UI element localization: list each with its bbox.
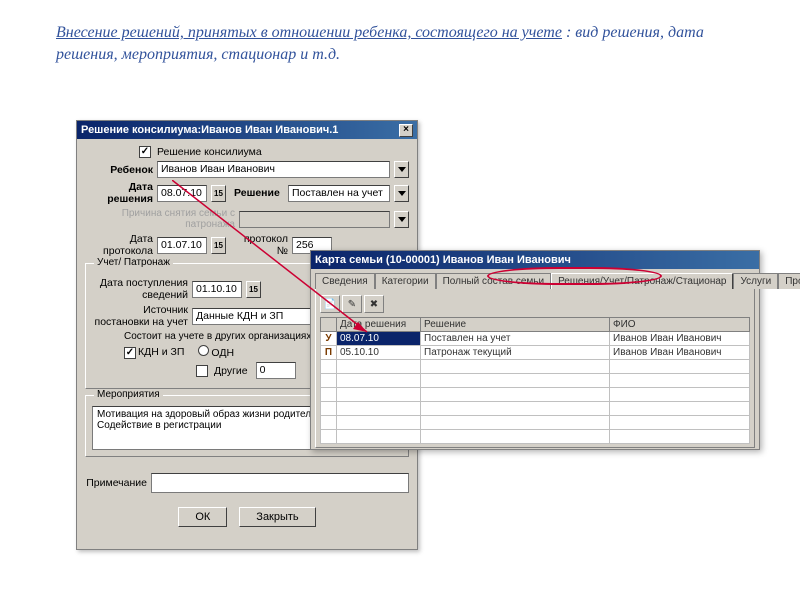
col-header[interactable]: [321, 318, 337, 332]
protocol-no-label: протокол №: [230, 233, 288, 257]
other-checkbox[interactable]: [196, 365, 208, 377]
reason-dropdown-icon: [394, 211, 409, 228]
family-card-title: Карта семьи (10-00001) Иванов Иван Ивано…: [315, 254, 571, 266]
note-label: Примечание: [85, 477, 147, 489]
table-row[interactable]: [321, 374, 750, 388]
odn-label: ОДН: [211, 347, 234, 359]
activities-group-legend: Мероприятия: [94, 389, 163, 400]
tab-4[interactable]: Услуги: [733, 273, 778, 289]
table-row[interactable]: [321, 430, 750, 444]
child-field[interactable]: Иванов Иван Иванович: [157, 161, 390, 178]
decision-label: Решение: [234, 187, 284, 199]
col-header[interactable]: ФИО: [610, 318, 750, 332]
protocol-date-field[interactable]: 01.07.10: [157, 237, 207, 254]
decision-field[interactable]: Поставлен на учет: [288, 185, 390, 202]
ok-button[interactable]: ОК: [178, 507, 227, 527]
new-record-icon[interactable]: 📄: [320, 295, 340, 313]
table-row[interactable]: [321, 402, 750, 416]
family-card-toolbar: 📄 ✎ ✖: [320, 293, 750, 317]
family-card-titlebar[interactable]: Карта семьи (10-00001) Иванов Иван Ивано…: [311, 251, 759, 269]
reason-label: Причина снятия семьи с патронажа: [85, 208, 235, 230]
decision-date-field[interactable]: 08.07.10: [157, 185, 207, 202]
delete-record-icon[interactable]: ✖: [364, 295, 384, 313]
tab-5[interactable]: Проделан: [778, 273, 800, 289]
table-row[interactable]: [321, 360, 750, 374]
registration-group-legend: Учет/ Патронаж: [94, 257, 173, 268]
source-label: Источник постановки на учет: [92, 304, 188, 328]
decision-dropdown-icon[interactable]: [394, 185, 409, 202]
child-label: Ребенок: [85, 164, 153, 176]
heading-underlined: Внесение решений, принятых в отношении р…: [56, 24, 562, 41]
child-dropdown-icon[interactable]: [394, 161, 409, 178]
note-field[interactable]: [151, 473, 409, 493]
kdn-label: КДН и ЗП: [138, 346, 184, 358]
close-button[interactable]: Закрыть: [239, 507, 315, 527]
odn-radio[interactable]: ОДН: [198, 345, 234, 359]
protocol-date-label: Дата протокола: [85, 233, 153, 257]
decisions-table[interactable]: Дата решенияРешениеФИО У08.07.10Поставле…: [320, 317, 750, 444]
tab-1[interactable]: Категории: [375, 273, 436, 289]
info-date-label: Дата поступления сведений: [92, 277, 188, 301]
page-heading: Внесение решений, принятых в отношении р…: [56, 22, 744, 65]
calendar-icon[interactable]: 15: [246, 281, 261, 298]
consilium-checkbox[interactable]: ✓: [139, 146, 151, 158]
decision-dialog-titlebar[interactable]: Решение консилиума:Иванов Иван Иванович.…: [77, 121, 417, 139]
table-row[interactable]: П05.10.10Патронаж текущийИванов Иван Ива…: [321, 346, 750, 360]
kdn-checkbox[interactable]: ✓КДН и ЗП: [124, 346, 184, 359]
edit-record-icon[interactable]: ✎: [342, 295, 362, 313]
calendar-icon[interactable]: 15: [211, 237, 226, 254]
col-header[interactable]: Дата решения: [337, 318, 421, 332]
decision-date-label: Дата решения: [85, 181, 153, 205]
table-row[interactable]: У08.07.10Поставлен на учетИванов Иван Ив…: [321, 332, 750, 346]
other-count-field[interactable]: 0: [256, 362, 296, 379]
calendar-icon[interactable]: 15: [211, 185, 226, 202]
table-row[interactable]: [321, 388, 750, 402]
family-card-dialog: Карта семьи (10-00001) Иванов Иван Ивано…: [310, 250, 760, 450]
info-date-field[interactable]: 01.10.10: [192, 281, 242, 298]
reason-field: [239, 211, 390, 228]
decision-dialog-title: Решение консилиума:Иванов Иван Иванович.…: [81, 124, 338, 136]
family-card-tabpanel: 📄 ✎ ✖ Дата решенияРешениеФИО У08.07.10По…: [315, 288, 755, 448]
page: Внесение решений, принятых в отношении р…: [0, 0, 800, 600]
other-org-label: Состоит на учете в других организациях: [124, 331, 311, 342]
consilium-checkbox-label: Решение консилиума: [157, 146, 262, 158]
tab-0[interactable]: Сведения: [315, 273, 375, 289]
close-icon[interactable]: ×: [399, 124, 413, 137]
family-card-tabs: СведенияКатегорииПолный состав семьиРеше…: [315, 272, 755, 288]
tab-3[interactable]: Решения/Учет/Патронаж/Стационар: [551, 273, 733, 289]
table-row[interactable]: [321, 416, 750, 430]
col-header[interactable]: Решение: [421, 318, 610, 332]
other-label: Другие: [214, 365, 248, 377]
tab-2[interactable]: Полный состав семьи: [436, 273, 551, 289]
